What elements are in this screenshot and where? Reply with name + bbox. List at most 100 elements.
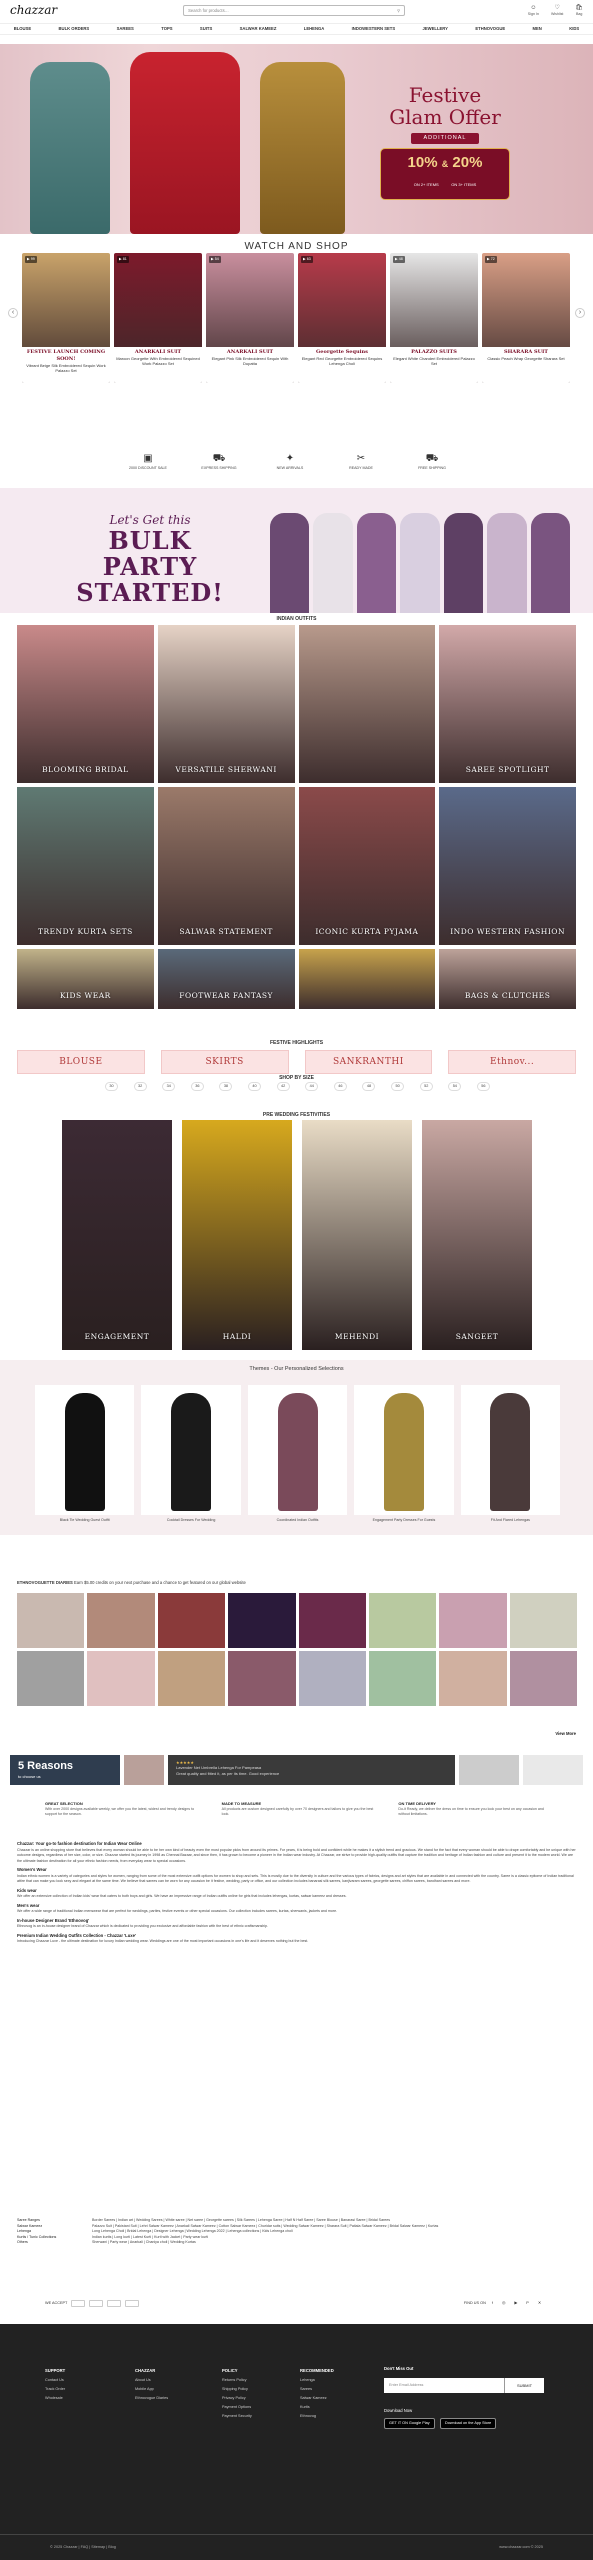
footer-link[interactable]: Salwar Kameez xyxy=(300,2394,334,2403)
nav-item[interactable]: BLOUSE xyxy=(14,26,31,32)
diary-photo[interactable] xyxy=(17,1593,85,1648)
footer-link[interactable]: Payment Security xyxy=(222,2412,252,2421)
prev-arrow-icon[interactable]: ‹ xyxy=(8,308,18,318)
nav-item[interactable]: JEWELLERY xyxy=(423,26,448,32)
nav-item[interactable]: KIDS xyxy=(569,26,579,32)
bag-button[interactable]: 🛍 Bag xyxy=(575,5,583,17)
footer-link[interactable]: Shipping Policy xyxy=(222,2385,252,2394)
category-tile[interactable]: INDO WESTERN FASHION xyxy=(439,787,576,945)
sign-in-button[interactable]: ☺ Sign In xyxy=(528,5,539,17)
theme-card[interactable]: Fit And Flared Lehengas xyxy=(460,1385,561,1523)
category-tile[interactable]: BLOOMING BRIDAL xyxy=(17,625,154,783)
footer-link[interactable]: Privacy Policy xyxy=(222,2394,252,2403)
google-play-button[interactable]: GET IT ON Google Play xyxy=(384,2418,435,2429)
footer-link[interactable]: Mobile App xyxy=(135,2385,168,2394)
video-card[interactable]: ▶ 48 PALAZZO SUITS Elegant White Chanderi … xyxy=(390,253,478,383)
category-tile[interactable]: ICONIC KURTA PYJAMA xyxy=(298,787,436,945)
diary-photo[interactable] xyxy=(298,1651,366,1706)
bulk-party-banner[interactable]: Let's Get this BULK PARTY STARTED! xyxy=(0,488,593,613)
theme-card[interactable]: Engagement Party Dresses For Guests xyxy=(354,1385,454,1523)
nav-item[interactable]: LEHENGA xyxy=(304,26,324,32)
size-chip[interactable]: 36 xyxy=(190,1082,204,1091)
nav-item[interactable]: BULK ORDERS xyxy=(59,26,90,32)
diary-photo[interactable] xyxy=(298,1593,366,1648)
category-tile[interactable]: SALWAR STATEMENT xyxy=(157,787,295,945)
size-chip[interactable]: 42 xyxy=(276,1082,290,1091)
footer-link[interactable]: Wholesale xyxy=(45,2394,65,2403)
nav-item[interactable]: MEN xyxy=(533,26,542,32)
app-store-button[interactable]: Download on the App Store xyxy=(440,2418,497,2429)
festive-chip[interactable]: BLOUSE xyxy=(17,1050,145,1074)
diary-photo[interactable] xyxy=(228,1593,296,1648)
festive-chip[interactable]: SANKRANTHI xyxy=(304,1050,433,1074)
nav-item[interactable]: SALWAR KAMEEZ xyxy=(240,26,277,32)
prewedding-tile[interactable]: ENGAGEMENT xyxy=(62,1120,172,1350)
diary-photo[interactable] xyxy=(439,1651,507,1706)
footer-link[interactable]: Track Order xyxy=(45,2385,65,2394)
video-card[interactable]: ▶ 81 ANARKALI SUIT Maroon Georgette With E… xyxy=(114,253,202,383)
prewedding-tile[interactable]: MEHENDI xyxy=(302,1120,412,1350)
theme-card[interactable]: Coordinated Indian Outfits xyxy=(247,1385,348,1523)
size-chip[interactable]: 38 xyxy=(219,1082,233,1091)
size-chip[interactable]: 56 xyxy=(476,1082,490,1091)
diary-photo[interactable] xyxy=(157,1593,226,1648)
nav-item[interactable]: ETHNOVOGUE xyxy=(475,26,505,32)
nav-item[interactable]: SAREES xyxy=(117,26,134,32)
nav-item[interactable]: TOPS xyxy=(161,26,172,32)
footer-link[interactable]: Returns Policy xyxy=(222,2376,252,2385)
category-tile[interactable]: FOOTWEAR FANTASY xyxy=(157,949,295,1009)
email-input[interactable]: Enter Email Address xyxy=(384,2378,504,2393)
footer-link[interactable]: Ethnovog xyxy=(300,2412,334,2421)
nav-item[interactable]: SUITS xyxy=(200,26,212,32)
prewedding-tile[interactable]: SANGEET xyxy=(422,1120,532,1350)
theme-card[interactable]: Cocktail Dresses For Wedding xyxy=(141,1385,241,1523)
diary-photo[interactable] xyxy=(87,1593,155,1648)
footer-link[interactable]: Sarees xyxy=(300,2385,334,2394)
wishlist-button[interactable]: ♡ Wishlist xyxy=(551,5,563,17)
search-icon[interactable]: ⚲ xyxy=(397,8,400,14)
hero-banner[interactable]: Festive Glam Offer ADDITIONAL 10% & 20% O… xyxy=(0,44,593,234)
footer-link[interactable]: Ethnovogue Diaries xyxy=(135,2394,168,2403)
next-arrow-icon[interactable]: › xyxy=(575,308,585,318)
size-chip[interactable]: 44 xyxy=(305,1082,319,1091)
link-list[interactable]: Sherwani | Party wear | Anarkali | Chani… xyxy=(92,2240,577,2246)
category-tile[interactable]: VERSATILE SHERWANI xyxy=(157,625,295,783)
video-card[interactable]: ▶ 99 FESTIVE LAUNCH COMING SOON! Vibrant B… xyxy=(22,253,110,383)
footer-link[interactable]: Kurtis xyxy=(300,2403,334,2412)
size-chip[interactable]: 40 xyxy=(248,1082,262,1091)
logo[interactable]: chazzar xyxy=(10,2,57,18)
festive-chip[interactable]: Ethnov... xyxy=(448,1050,576,1074)
size-chip[interactable]: 50 xyxy=(391,1082,405,1091)
size-chip[interactable]: 32 xyxy=(133,1082,147,1091)
diary-photo[interactable] xyxy=(509,1651,577,1706)
category-tile[interactable]: TRENDY KURTA SETS xyxy=(17,787,154,945)
size-chip[interactable]: 46 xyxy=(333,1082,347,1091)
video-card[interactable]: ▶ 63 Georgette Sequins Elegant Red Georget… xyxy=(298,253,386,383)
footer-link[interactable]: About Us xyxy=(135,2376,168,2385)
diary-photo[interactable] xyxy=(17,1651,85,1706)
diary-photo[interactable] xyxy=(509,1593,577,1648)
festive-chip[interactable]: SKIRTS xyxy=(160,1050,289,1074)
footer-link[interactable]: Contact Us xyxy=(45,2376,65,2385)
video-card[interactable]: ▶ 72 SHARARA SUIT Classic Peach Wrap Georg… xyxy=(482,253,570,383)
diary-photo[interactable] xyxy=(87,1651,155,1706)
view-more-link[interactable]: View More xyxy=(555,1731,576,1737)
size-chip[interactable]: 34 xyxy=(162,1082,176,1091)
diary-photo[interactable] xyxy=(368,1593,437,1648)
diary-photo[interactable] xyxy=(368,1651,437,1706)
nav-item[interactable]: INDOWESTERN SETS xyxy=(352,26,396,32)
category-tile[interactable]: SAREE SPOTLIGHT xyxy=(439,625,576,783)
footer-link[interactable]: Lehenga xyxy=(300,2376,334,2385)
diary-photo[interactable] xyxy=(439,1593,507,1648)
category-tile[interactable] xyxy=(298,625,436,783)
video-card[interactable]: ▶ 54 ANARKALI SUIT Elegant Pink Silk Embro… xyxy=(206,253,294,383)
size-chip[interactable]: 52 xyxy=(419,1082,433,1091)
theme-card[interactable]: Black Tie Wedding Guest Outfit xyxy=(35,1385,135,1523)
size-chip[interactable]: 54 xyxy=(448,1082,462,1091)
prewedding-tile[interactable]: HALDI xyxy=(182,1120,292,1350)
search-input[interactable]: Search for products… ⚲ xyxy=(183,5,406,16)
category-tile[interactable] xyxy=(298,949,436,1009)
diary-photo[interactable] xyxy=(157,1651,226,1706)
diary-photo[interactable] xyxy=(228,1651,296,1706)
category-tile[interactable]: KIDS WEAR xyxy=(17,949,154,1009)
